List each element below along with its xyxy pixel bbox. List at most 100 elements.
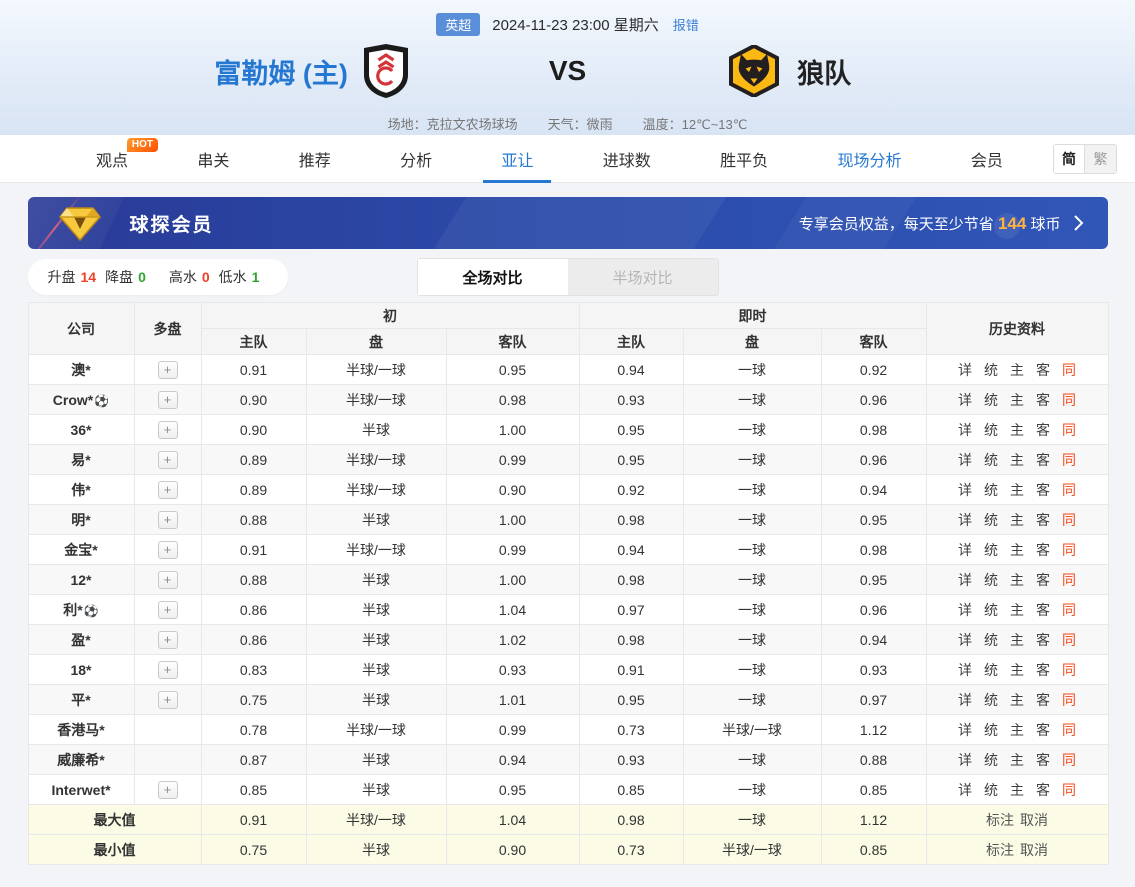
history-link-home[interactable]: 主 — [1010, 602, 1024, 618]
history-link-away[interactable]: 客 — [1036, 692, 1050, 708]
expand-multi-odds-button[interactable]: + — [158, 571, 178, 589]
history-link-same[interactable]: 同 — [1062, 572, 1076, 588]
mark-link[interactable]: 标注 — [986, 812, 1014, 828]
history-link-same[interactable]: 同 — [1062, 722, 1076, 738]
history-link-same[interactable]: 同 — [1062, 512, 1076, 528]
history-link-detail[interactable]: 详 — [958, 632, 972, 648]
history-link-same[interactable]: 同 — [1062, 392, 1076, 408]
history-link-stats[interactable]: 统 — [984, 362, 998, 378]
expand-multi-odds-button[interactable]: + — [158, 391, 178, 409]
tab-串关[interactable]: 串关 — [193, 135, 233, 183]
history-link-detail[interactable]: 详 — [958, 422, 972, 438]
history-link-same[interactable]: 同 — [1062, 602, 1076, 618]
history-link-stats[interactable]: 统 — [984, 692, 998, 708]
expand-multi-odds-button[interactable]: + — [158, 511, 178, 529]
lang-simplified-button[interactable]: 简 — [1054, 145, 1085, 173]
tab-胜平负[interactable]: 胜平负 — [716, 135, 772, 183]
history-link-home[interactable]: 主 — [1010, 692, 1024, 708]
report-error-link[interactable]: 报错 — [673, 15, 699, 34]
history-link-home[interactable]: 主 — [1010, 572, 1024, 588]
history-link-away[interactable]: 客 — [1036, 482, 1050, 498]
history-link-home[interactable]: 主 — [1010, 452, 1024, 468]
cancel-link[interactable]: 取消 — [1020, 812, 1048, 828]
history-link-same[interactable]: 同 — [1062, 692, 1076, 708]
expand-multi-odds-button[interactable]: + — [158, 601, 178, 619]
history-link-home[interactable]: 主 — [1010, 662, 1024, 678]
history-link-stats[interactable]: 统 — [984, 602, 998, 618]
history-link-same[interactable]: 同 — [1062, 752, 1076, 768]
expand-multi-odds-button[interactable]: + — [158, 541, 178, 559]
history-link-home[interactable]: 主 — [1010, 722, 1024, 738]
expand-multi-odds-button[interactable]: + — [158, 691, 178, 709]
history-link-same[interactable]: 同 — [1062, 482, 1076, 498]
history-link-detail[interactable]: 详 — [958, 692, 972, 708]
history-link-stats[interactable]: 统 — [984, 632, 998, 648]
full-match-compare-button[interactable]: 全场对比 — [418, 259, 568, 295]
history-link-home[interactable]: 主 — [1010, 782, 1024, 798]
history-link-stats[interactable]: 统 — [984, 752, 998, 768]
history-link-same[interactable]: 同 — [1062, 542, 1076, 558]
history-link-detail[interactable]: 详 — [958, 392, 972, 408]
history-link-away[interactable]: 客 — [1036, 512, 1050, 528]
history-link-away[interactable]: 客 — [1036, 452, 1050, 468]
tab-推荐[interactable]: 推荐 — [295, 135, 335, 183]
history-link-same[interactable]: 同 — [1062, 422, 1076, 438]
history-link-away[interactable]: 客 — [1036, 782, 1050, 798]
history-link-stats[interactable]: 统 — [984, 722, 998, 738]
history-link-home[interactable]: 主 — [1010, 632, 1024, 648]
history-link-detail[interactable]: 详 — [958, 452, 972, 468]
history-link-detail[interactable]: 详 — [958, 482, 972, 498]
history-link-away[interactable]: 客 — [1036, 422, 1050, 438]
vip-banner[interactable]: 球探会员 专享会员权益，每天至少节省 144 球币 — [28, 197, 1108, 249]
history-link-same[interactable]: 同 — [1062, 452, 1076, 468]
history-link-stats[interactable]: 统 — [984, 422, 998, 438]
vip-promo-text[interactable]: 专享会员权益，每天至少节省 144 球币 — [799, 213, 1084, 234]
history-link-away[interactable]: 客 — [1036, 572, 1050, 588]
history-link-home[interactable]: 主 — [1010, 422, 1024, 438]
history-link-away[interactable]: 客 — [1036, 752, 1050, 768]
expand-multi-odds-button[interactable]: + — [158, 361, 178, 379]
history-link-home[interactable]: 主 — [1010, 482, 1024, 498]
history-link-same[interactable]: 同 — [1062, 782, 1076, 798]
history-link-detail[interactable]: 详 — [958, 782, 972, 798]
tab-进球数[interactable]: 进球数 — [599, 135, 655, 183]
history-link-home[interactable]: 主 — [1010, 362, 1024, 378]
history-link-away[interactable]: 客 — [1036, 632, 1050, 648]
history-link-stats[interactable]: 统 — [984, 512, 998, 528]
expand-multi-odds-button[interactable]: + — [158, 631, 178, 649]
history-link-detail[interactable]: 详 — [958, 572, 972, 588]
history-link-stats[interactable]: 统 — [984, 452, 998, 468]
lang-traditional-button[interactable]: 繁 — [1085, 145, 1116, 173]
history-link-stats[interactable]: 统 — [984, 482, 998, 498]
expand-multi-odds-button[interactable]: + — [158, 481, 178, 499]
history-link-detail[interactable]: 详 — [958, 752, 972, 768]
history-link-same[interactable]: 同 — [1062, 362, 1076, 378]
history-link-away[interactable]: 客 — [1036, 392, 1050, 408]
tab-现场分析[interactable]: 现场分析 — [834, 135, 906, 183]
expand-multi-odds-button[interactable]: + — [158, 781, 178, 799]
history-link-away[interactable]: 客 — [1036, 662, 1050, 678]
history-link-detail[interactable]: 详 — [958, 542, 972, 558]
mark-link[interactable]: 标注 — [986, 842, 1014, 858]
history-link-stats[interactable]: 统 — [984, 782, 998, 798]
cancel-link[interactable]: 取消 — [1020, 842, 1048, 858]
history-link-stats[interactable]: 统 — [984, 392, 998, 408]
history-link-detail[interactable]: 详 — [958, 362, 972, 378]
history-link-home[interactable]: 主 — [1010, 752, 1024, 768]
history-link-home[interactable]: 主 — [1010, 392, 1024, 408]
history-link-home[interactable]: 主 — [1010, 512, 1024, 528]
history-link-same[interactable]: 同 — [1062, 632, 1076, 648]
history-link-detail[interactable]: 详 — [958, 512, 972, 528]
history-link-home[interactable]: 主 — [1010, 542, 1024, 558]
history-link-detail[interactable]: 详 — [958, 662, 972, 678]
history-link-stats[interactable]: 统 — [984, 542, 998, 558]
history-link-detail[interactable]: 详 — [958, 602, 972, 618]
tab-会员[interactable]: 会员 — [967, 135, 1007, 183]
tab-分析[interactable]: 分析 — [396, 135, 436, 183]
history-link-away[interactable]: 客 — [1036, 722, 1050, 738]
expand-multi-odds-button[interactable]: + — [158, 661, 178, 679]
history-link-away[interactable]: 客 — [1036, 602, 1050, 618]
expand-multi-odds-button[interactable]: + — [158, 451, 178, 469]
history-link-stats[interactable]: 统 — [984, 572, 998, 588]
history-link-detail[interactable]: 详 — [958, 722, 972, 738]
